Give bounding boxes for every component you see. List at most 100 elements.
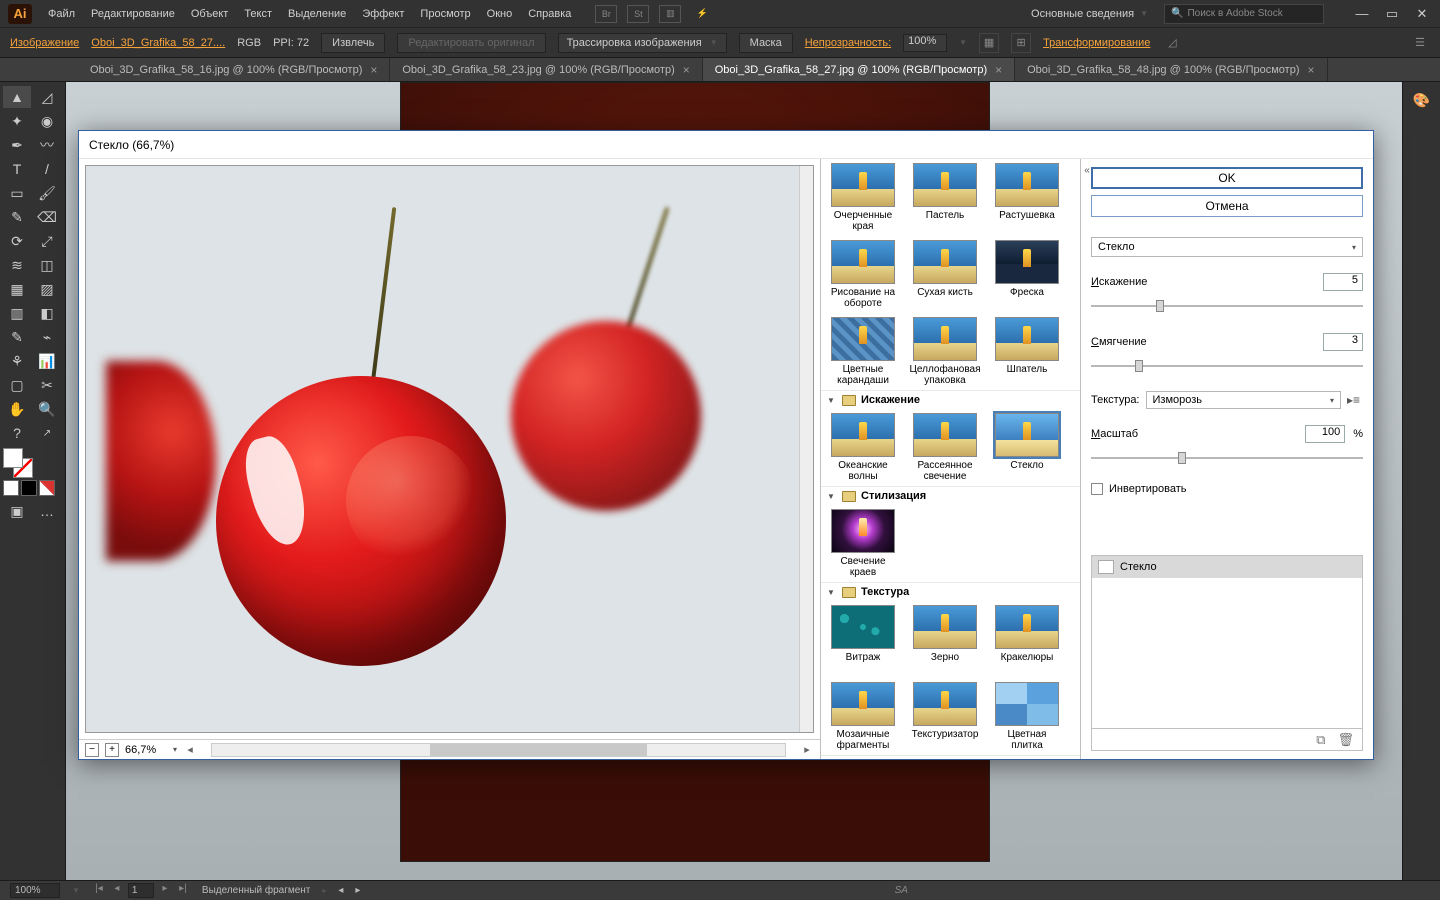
filter-group-header[interactable]: ▼Стилизация <box>821 486 1080 505</box>
draw-inside-icon[interactable] <box>39 480 55 496</box>
cb-image-label[interactable]: Изображение <box>10 37 79 49</box>
document-tab[interactable]: Oboi_3D_Grafika_58_23.jpg @ 100% (RGB/Пр… <box>390 58 702 81</box>
filter-thumb[interactable]: Текстуризатор <box>909 682 981 751</box>
perspective-tool[interactable]: ▨ <box>33 278 61 300</box>
chevron-right-icon[interactable]: ▸ <box>322 886 326 895</box>
status-segment[interactable]: Выделенный фрагмент <box>202 885 310 896</box>
param-scale-slider[interactable] <box>1091 455 1363 461</box>
status-scroll-left[interactable]: ◂ <box>338 885 343 896</box>
shaper-tool[interactable]: ✎ <box>3 206 31 228</box>
param-distortion-slider[interactable] <box>1091 303 1363 309</box>
mesh-tool[interactable]: ▥ <box>3 302 31 324</box>
status-scroll-right[interactable]: ▸ <box>355 885 360 896</box>
shape-builder-tool[interactable]: ▦ <box>3 278 31 300</box>
menu-окно[interactable]: Окно <box>487 8 513 20</box>
mask-button[interactable]: Маска <box>739 33 793 53</box>
document-tab[interactable]: Oboi_3D_Grafika_58_16.jpg @ 100% (RGB/Пр… <box>78 58 390 81</box>
preview-scrollbar-horizontal[interactable] <box>211 743 786 757</box>
param-distortion-input[interactable]: 5 <box>1323 273 1363 291</box>
scroll-thumb[interactable] <box>430 744 648 756</box>
edit-original-button[interactable]: Редактировать оригинал <box>397 33 545 53</box>
tab-close-icon[interactable]: × <box>683 64 690 76</box>
collapse-settings-icon[interactable]: « <box>1079 165 1095 176</box>
applied-filter-row[interactable]: Стекло <box>1092 556 1362 578</box>
minimize-button[interactable]: — <box>1352 6 1372 22</box>
filter-thumb[interactable]: Витраж <box>827 605 899 674</box>
filter-thumb[interactable]: Цветная плитка <box>991 682 1063 751</box>
direct-selection-tool[interactable]: ◿ <box>33 86 61 108</box>
maximize-button[interactable]: ▭ <box>1382 6 1402 22</box>
extract-button[interactable]: Извлечь <box>321 33 385 53</box>
filter-thumb[interactable]: Рисование на обороте <box>827 240 899 309</box>
blend-tool[interactable]: ⌁ <box>33 326 61 348</box>
next-artboard-button[interactable]: ▸ <box>158 883 172 898</box>
delete-effect-icon[interactable]: 🗑 <box>1337 732 1354 748</box>
current-filter-dropdown[interactable]: Стекло ▾ <box>1091 237 1363 257</box>
line-tool[interactable]: / <box>33 158 61 180</box>
filter-thumb[interactable]: Целлофановая упаковка <box>909 317 981 386</box>
tab-close-icon[interactable]: × <box>370 64 377 76</box>
free-transform-tool[interactable]: ◫ <box>33 254 61 276</box>
zoom-in-button[interactable]: + <box>105 743 119 757</box>
rotate-tool[interactable]: ⟳ <box>3 230 31 252</box>
scroll-right-button[interactable]: ▸ <box>800 743 814 756</box>
tab-close-icon[interactable]: × <box>995 64 1002 76</box>
cb-filename[interactable]: Oboi_3D_Grafika_58_27.... <box>91 37 225 49</box>
panel-menu-icon[interactable]: ☰ <box>1410 33 1430 53</box>
filter-group-header[interactable]: ▼Искажение <box>821 390 1080 409</box>
menu-текст[interactable]: Текст <box>244 8 272 20</box>
prev-artboard-button[interactable]: ◂ <box>110 883 124 898</box>
preview-zoom-dropdown[interactable]: 66,7% ▾ <box>125 744 177 756</box>
eraser-tool[interactable]: ⌫ <box>33 206 61 228</box>
artboard-tool[interactable]: ▢ <box>3 374 31 396</box>
param-scale-input[interactable]: 100 <box>1305 425 1345 443</box>
filter-list-scroll[interactable]: Очерченные краяПастельРастушевкаРисовани… <box>821 159 1080 759</box>
chevron-down-icon[interactable]: ▼ <box>72 886 80 895</box>
lasso-tool[interactable]: ◉ <box>33 110 61 132</box>
preview-scrollbar-vertical[interactable] <box>799 166 813 732</box>
slice-tool[interactable]: ✂ <box>33 374 61 396</box>
menu-выделение[interactable]: Выделение <box>288 8 346 20</box>
status-zoom[interactable]: 100% <box>10 883 60 898</box>
filter-thumb[interactable]: Фреска <box>991 240 1063 309</box>
align-icon[interactable]: ▦ <box>979 33 999 53</box>
draw-behind-icon[interactable] <box>21 480 37 496</box>
workspace-switcher[interactable]: Основные сведения ▼ <box>1031 8 1148 20</box>
opacity-label[interactable]: Непрозрачность: <box>805 37 891 49</box>
preview-image[interactable] <box>85 165 814 733</box>
tab-close-icon[interactable]: × <box>1307 64 1314 76</box>
menu-эффект[interactable]: Эффект <box>362 8 404 20</box>
opacity-input[interactable]: 100% <box>903 34 947 52</box>
rectangle-tool[interactable]: ▭ <box>3 182 31 204</box>
curvature-tool[interactable]: 〰 <box>33 134 61 156</box>
filter-group-header[interactable]: ▶Штрихи <box>821 755 1080 759</box>
cancel-button[interactable]: Отмена <box>1091 195 1363 217</box>
filter-thumb[interactable]: Пастель <box>909 163 981 232</box>
menu-справка[interactable]: Справка <box>528 8 571 20</box>
pen-tool[interactable]: ✒ <box>3 134 31 156</box>
type-tool[interactable]: T <box>3 158 31 180</box>
document-tab[interactable]: Oboi_3D_Grafika_58_48.jpg @ 100% (RGB/Пр… <box>1015 58 1327 81</box>
distribute-icon[interactable]: ⊞ <box>1011 33 1031 53</box>
filter-thumb[interactable]: Растушевка <box>991 163 1063 232</box>
filter-thumb[interactable]: Шпатель <box>991 317 1063 386</box>
zoom-tool[interactable]: 🔍 <box>33 398 61 420</box>
menu-объект[interactable]: Объект <box>191 8 228 20</box>
close-button[interactable]: ✕ <box>1412 6 1432 22</box>
invert-checkbox[interactable]: Инвертировать <box>1091 483 1363 495</box>
selection-tool[interactable]: ▲ <box>3 86 31 108</box>
transform-icon[interactable]: ◿ <box>1162 33 1182 53</box>
visibility-toggle-icon[interactable] <box>1098 560 1114 574</box>
graph-tool[interactable]: 📊 <box>33 350 61 372</box>
transform-label[interactable]: Трансформирование <box>1043 37 1150 49</box>
menu-просмотр[interactable]: Просмотр <box>420 8 470 20</box>
arrange-icon[interactable]: ▥ <box>659 5 681 23</box>
gpu-icon[interactable]: ⚡ <box>691 5 713 23</box>
ok-button[interactable]: OK <box>1091 167 1363 189</box>
brush-tool[interactable]: 🖌 <box>33 182 61 204</box>
first-artboard-button[interactable]: |◂ <box>92 883 106 898</box>
document-tab[interactable]: Oboi_3D_Grafika_58_27.jpg @ 100% (RGB/Пр… <box>703 58 1015 81</box>
bridge-icon[interactable]: Br <box>595 5 617 23</box>
new-effect-layer-icon[interactable]: ⧉ <box>1316 732 1325 748</box>
filter-thumb[interactable]: Океанские волны <box>827 413 899 482</box>
